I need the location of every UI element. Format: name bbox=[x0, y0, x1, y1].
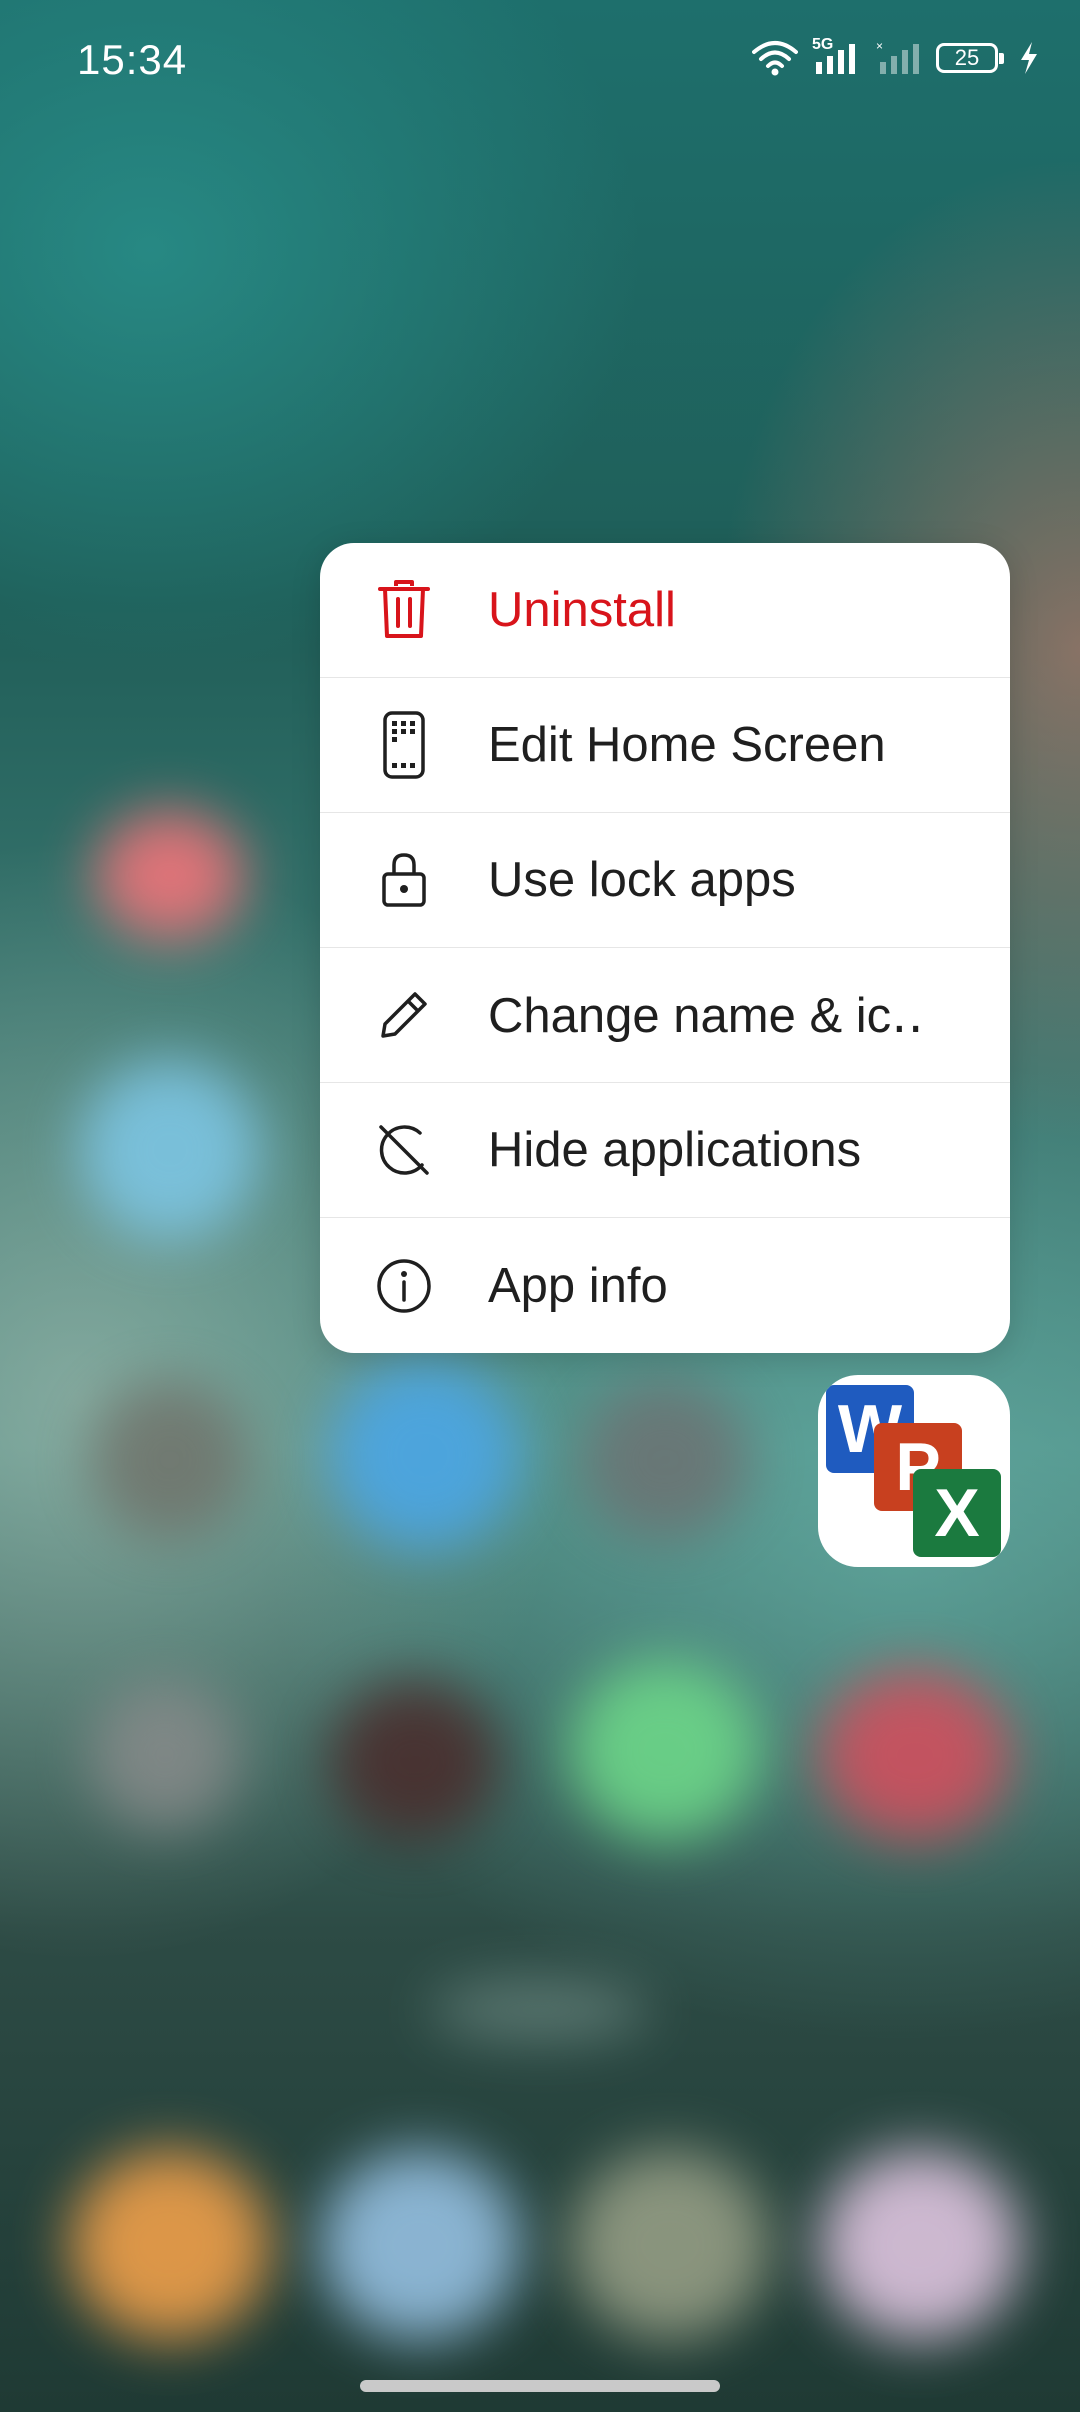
excel-tile: X bbox=[913, 1469, 1001, 1557]
pencil-icon bbox=[372, 983, 436, 1047]
hidden-icon bbox=[372, 1118, 436, 1182]
blurred-app-icon bbox=[80, 1060, 260, 1240]
signal-no-service-icon: × bbox=[876, 40, 922, 76]
blurred-app-icon bbox=[330, 1680, 500, 1840]
status-bar: 15:34 5G × 25 bbox=[0, 0, 1080, 120]
menu-item-change-name-icon[interactable]: Change name & ic‥ bbox=[320, 948, 1010, 1083]
blurred-app-icon bbox=[330, 1360, 520, 1550]
blurred-dock-icon bbox=[320, 2150, 520, 2340]
signal-5g-icon: 5G bbox=[812, 36, 862, 76]
blurred-app-icon bbox=[90, 1680, 240, 1830]
trash-icon bbox=[372, 578, 436, 642]
menu-item-label: Hide applications bbox=[488, 1123, 862, 1177]
app-context-menu: Uninstall Edit Home Screen Use lock apps… bbox=[320, 543, 1010, 1353]
home-indicator[interactable] bbox=[360, 2380, 720, 2392]
office-apps-icon[interactable]: W P X bbox=[818, 1375, 1010, 1567]
phone-grid-icon bbox=[372, 711, 436, 779]
battery-icon: 25 bbox=[936, 43, 1004, 73]
menu-item-label: App info bbox=[488, 1258, 668, 1313]
menu-item-label: Uninstall bbox=[488, 583, 676, 637]
svg-text:×: × bbox=[876, 40, 883, 53]
info-icon bbox=[372, 1254, 436, 1318]
blurred-dock-icon bbox=[570, 2150, 770, 2340]
menu-item-app-info[interactable]: App info bbox=[320, 1218, 1010, 1353]
menu-item-use-lock-apps[interactable]: Use lock apps bbox=[320, 813, 1010, 948]
blurred-app-icon bbox=[580, 1380, 750, 1540]
charging-bolt-icon bbox=[1018, 41, 1040, 75]
blurred-app-icon bbox=[90, 1380, 250, 1540]
status-time: 15:34 bbox=[77, 36, 188, 83]
menu-item-edit-home-screen[interactable]: Edit Home Screen bbox=[320, 678, 1010, 813]
home-screen: 15:34 5G × 25 Uninstall Edit Home Screen… bbox=[0, 0, 1080, 2412]
blurred-app-icon bbox=[820, 1670, 1010, 1840]
wifi-icon bbox=[752, 40, 798, 76]
menu-item-hide-applications[interactable]: Hide applications bbox=[320, 1083, 1010, 1218]
blurred-app-icon bbox=[95, 810, 245, 940]
lock-icon bbox=[372, 848, 436, 912]
blurred-dock-icon bbox=[70, 2150, 270, 2340]
menu-item-uninstall[interactable]: Uninstall bbox=[320, 543, 1010, 678]
blurred-dock-icon bbox=[820, 2150, 1020, 2340]
blurred-page-dots bbox=[430, 1980, 650, 2040]
blurred-app-icon bbox=[570, 1660, 760, 1840]
menu-item-label: Edit Home Screen bbox=[488, 718, 886, 772]
menu-item-label: Use lock apps bbox=[488, 853, 796, 907]
menu-item-label: Change name & ic‥ bbox=[488, 988, 924, 1043]
status-icons: 5G × 25 bbox=[752, 36, 1040, 76]
